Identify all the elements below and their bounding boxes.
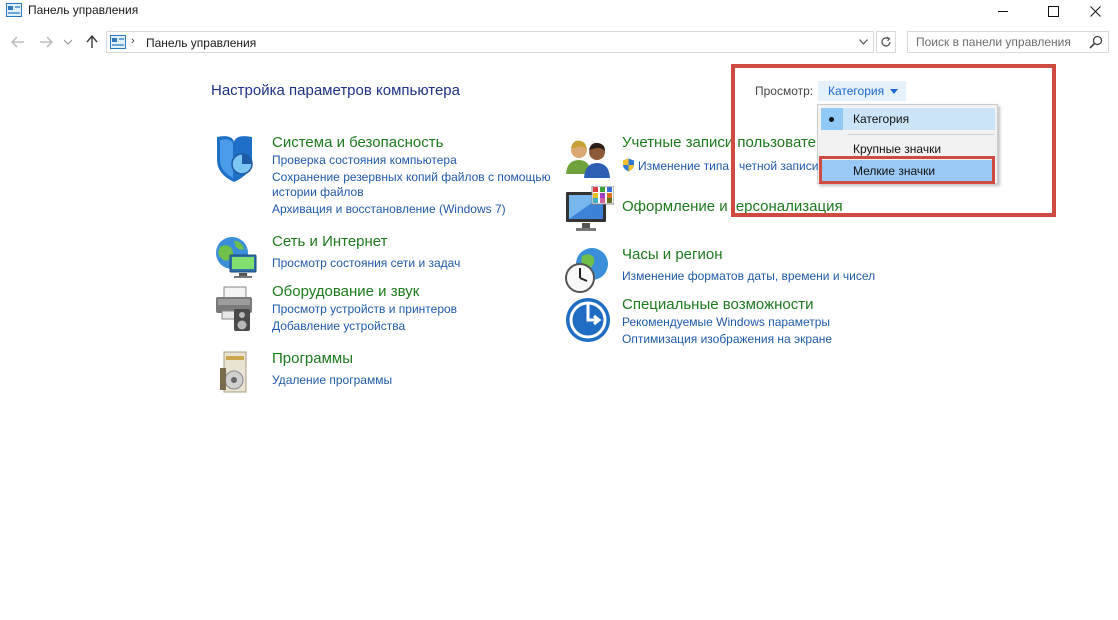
arrow-right-icon [40,36,53,48]
category-title[interactable]: Сеть и Интернет [272,233,388,250]
category-title[interactable]: Оборудование и звук [272,283,419,300]
minimize-button[interactable] [980,0,1026,22]
link-uninstall-program[interactable]: Удаление программы [272,373,392,387]
shield-icon [217,136,253,182]
chevron-down-icon [858,39,868,45]
link-check-computer-status[interactable]: Проверка состояния компьютера [272,153,457,167]
window-title: Панель управления [28,3,139,17]
control-panel-icon [110,35,126,49]
category-title[interactable]: Часы и регион [622,246,723,263]
link-add-device[interactable]: Добавление устройства [272,319,405,333]
link-backup-restore[interactable]: Архивация и восстановление (Windows 7) [272,202,506,216]
address-history-button[interactable] [855,34,871,50]
category-programs: Программы Удаление программы [212,350,512,393]
clock-globe-icon [565,248,608,293]
arrow-up-icon [86,35,98,48]
close-icon [1089,5,1101,17]
search-icon [1089,35,1103,49]
programs-disc-icon [220,351,247,393]
search-box[interactable] [907,31,1109,53]
refresh-icon [881,36,891,47]
category-network: Сеть и Интернет Просмотр состояния сети … [212,233,512,278]
link-optimize-display[interactable]: Оптимизация изображения на экране [622,332,832,346]
printer-speaker-icon [216,286,252,331]
close-button[interactable] [1072,0,1118,22]
link-file-history-backup[interactable]: Сохранение резервных копий файлов с помо… [272,170,551,184]
forward-button[interactable] [37,33,55,51]
up-button[interactable] [83,33,101,51]
category-clock-region: Часы и регион Изменение форматов даты, в… [564,246,884,293]
accessibility-icon [566,298,610,342]
arrow-left-icon [11,36,24,48]
breadcrumb-control-panel[interactable]: Панель управления [146,36,256,50]
category-ease-of-access: Специальные возможности Рекомендуемые Wi… [564,296,884,346]
back-button[interactable] [9,33,27,51]
maximize-button[interactable] [1030,0,1076,22]
category-system-security: Система и безопасность Проверка состояни… [212,134,572,224]
link-change-account-type[interactable]: Изменение типа [638,159,729,173]
category-hardware-sound: Оборудование и звук Просмотр устройств и… [212,283,512,333]
link-devices-printers[interactable]: Просмотр устройств и принтеров [272,302,457,316]
category-title[interactable]: Специальные возможности [622,296,814,313]
globe-network-icon [216,237,257,278]
uac-shield-icon [623,158,634,172]
monitor-palette-icon [566,186,614,231]
control-panel-icon [6,3,22,17]
link-recommended-settings[interactable]: Рекомендуемые Windows параметры [622,315,830,329]
maximize-icon [1047,5,1059,17]
chevron-down-icon [64,39,72,45]
address-bar[interactable]: › Панель управления [106,31,874,53]
search-input[interactable] [908,32,1088,52]
category-title[interactable]: Программы [272,350,353,367]
link-network-status[interactable]: Просмотр состояния сети и задач [272,256,460,270]
breadcrumb-separator-icon: › [131,35,135,47]
link-file-history-backup-cont[interactable]: истории файлов [272,185,364,199]
annotation-highlight-box [731,64,1056,217]
category-title-part: Оформление и [622,198,732,215]
annotation-highlight-item [819,156,995,184]
minimize-icon [998,11,1008,12]
refresh-button[interactable] [876,31,896,53]
title-bar: Панель управления [0,0,1118,22]
link-change-formats[interactable]: Изменение форматов даты, времени и чисел [622,269,875,283]
recent-locations-button[interactable] [62,33,74,51]
category-title[interactable]: Система и безопасность [272,134,443,151]
page-title: Настройка параметров компьютера [211,82,460,99]
users-icon [566,140,610,178]
